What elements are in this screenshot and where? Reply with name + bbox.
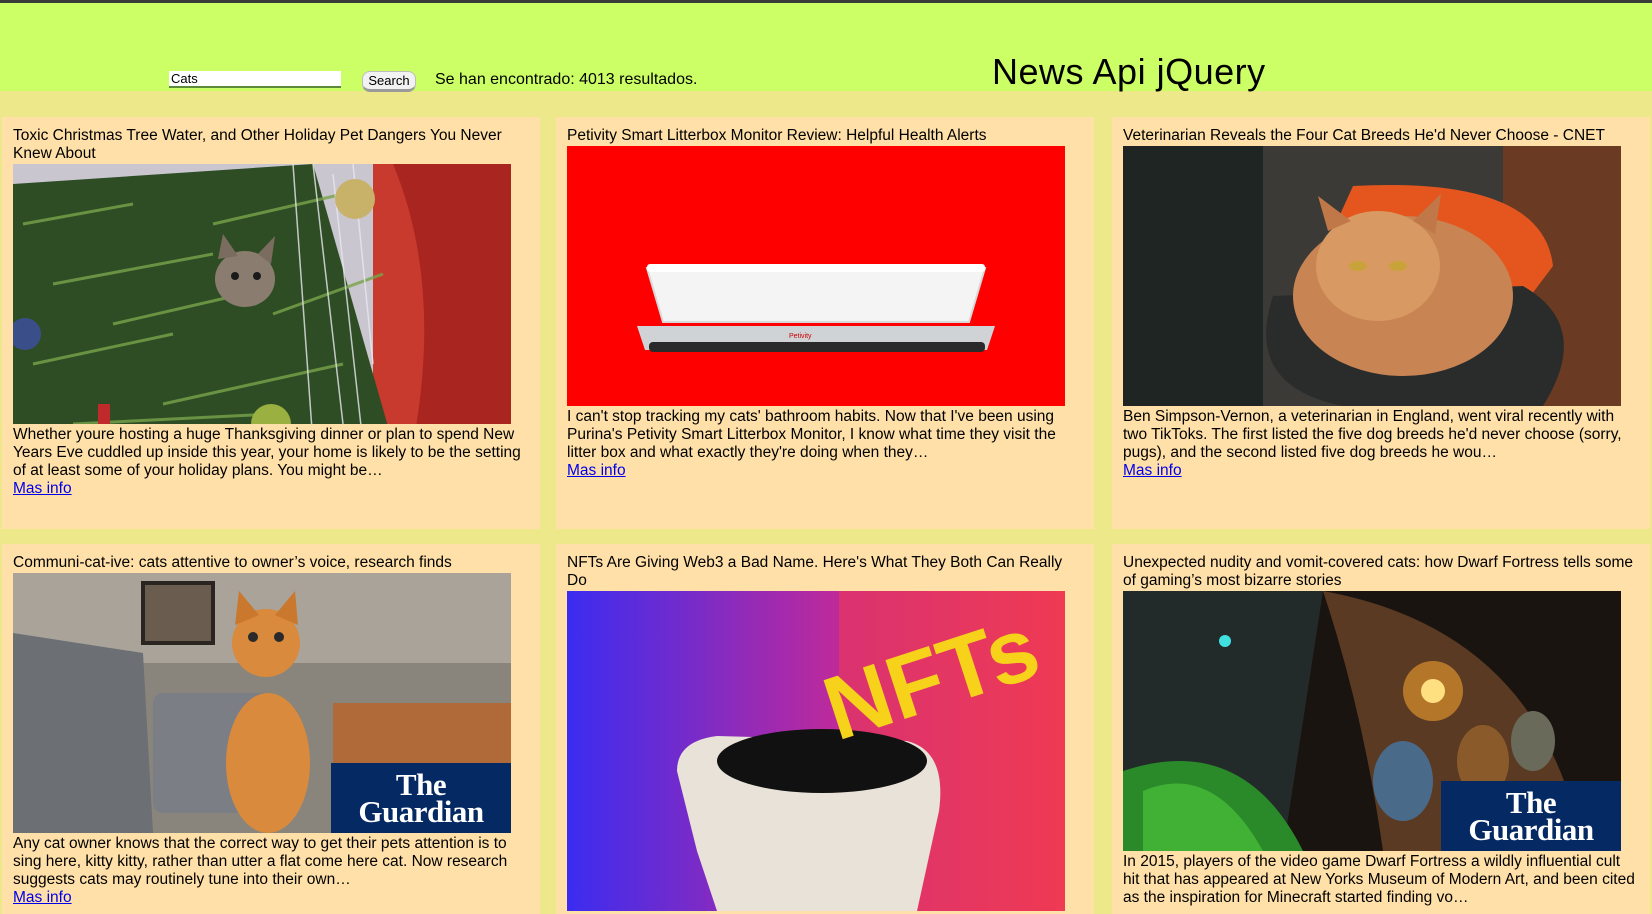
search-input[interactable]	[169, 71, 341, 88]
card-title: NFTs Are Giving Web3 a Bad Name. Here's …	[567, 554, 1063, 589]
more-info-link[interactable]: Mas info	[13, 889, 72, 907]
card-description: Any cat owner knows that the correct way…	[13, 835, 508, 888]
news-card: Veterinarian Reveals the Four Cat Breeds…	[1112, 117, 1650, 529]
card-image	[13, 164, 511, 424]
more-info-link[interactable]: Mas info	[13, 480, 72, 498]
card-image	[1123, 146, 1621, 406]
guardian-logo: The Guardian	[1441, 781, 1621, 851]
card-description: I can't stop tracking my cats' bathroom …	[567, 408, 1056, 461]
more-info-link[interactable]: Mas info	[567, 462, 626, 480]
card-title: Toxic Christmas Tree Water, and Other Ho…	[13, 127, 502, 162]
card-image: The Guardian	[1123, 591, 1621, 851]
page-header: Search Se han encontrado: 4013 resultado…	[0, 3, 1652, 92]
card-image: The Guardian	[13, 573, 511, 833]
news-card: Toxic Christmas Tree Water, and Other Ho…	[2, 117, 540, 529]
nft-bust-image: NFTs	[567, 591, 1065, 911]
card-title: Communi-cat-ive: cats attentive to owner…	[13, 554, 452, 571]
news-card: NFTs Are Giving Web3 a Bad Name. Here's …	[556, 544, 1094, 914]
image-brand-text: Petivity	[789, 333, 812, 340]
search-button[interactable]: Search	[362, 71, 416, 92]
card-description: Whether youre hosting a huge Thanksgivin…	[13, 426, 521, 479]
card-description: In 2015, players of the video game Dwarf…	[1123, 853, 1635, 906]
persian-cat-image	[1123, 146, 1621, 406]
news-card: Communi-cat-ive: cats attentive to owner…	[2, 544, 540, 914]
litterbox-monitor-image: Petivity	[567, 146, 1065, 406]
results-count: Se han encontrado: 4013 resultados.	[435, 71, 698, 88]
card-title: Veterinarian Reveals the Four Cat Breeds…	[1123, 127, 1605, 144]
page-title: News Api jQuery	[992, 51, 1266, 92]
card-image: Petivity	[567, 146, 1065, 406]
guardian-logo: The Guardian	[331, 763, 511, 833]
more-info-link[interactable]: Mas info	[1123, 462, 1182, 480]
news-card: Petivity Smart Litterbox Monitor Review:…	[556, 117, 1094, 529]
card-title: Petivity Smart Litterbox Monitor Review:…	[567, 127, 987, 144]
card-image: NFTs	[567, 591, 1065, 911]
card-title: Unexpected nudity and vomit-covered cats…	[1123, 554, 1633, 589]
card-description: Ben Simpson-Vernon, a veterinarian in En…	[1123, 408, 1622, 461]
christmas-tree-cat-image	[13, 164, 511, 424]
news-card: Unexpected nudity and vomit-covered cats…	[1112, 544, 1650, 914]
